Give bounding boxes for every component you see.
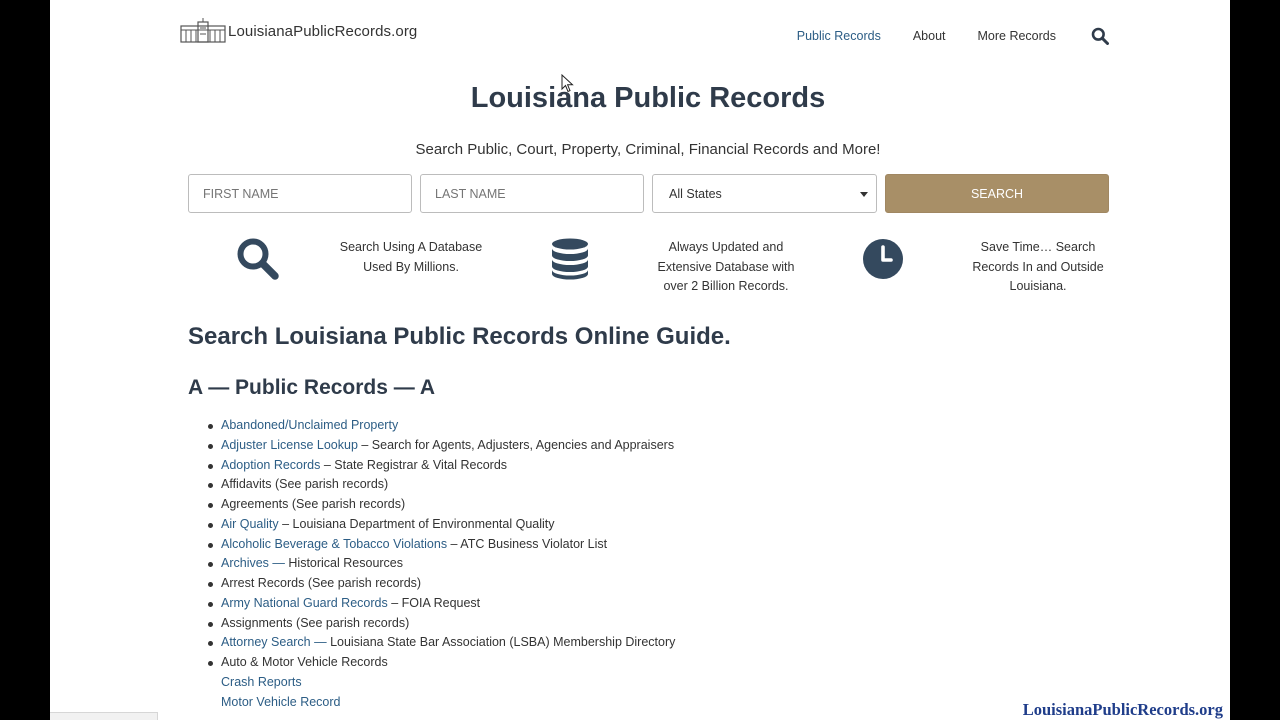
page-subtitle: Search Public, Court, Property, Criminal…	[415, 141, 881, 158]
record-link[interactable]: Adjuster License Lookup	[221, 438, 358, 452]
record-link[interactable]: Air Quality	[221, 517, 279, 531]
nav-public-records[interactable]: Public Records	[797, 29, 881, 43]
feature-line: Search Using A Database	[339, 240, 483, 254]
bullet	[208, 641, 213, 647]
bullet	[208, 443, 213, 449]
record-text: Agreements (See parish records)	[221, 497, 406, 511]
feature-text-database: Search Using A Database Used By Millions…	[316, 238, 506, 277]
record-text: Affidavits (See parish records)	[221, 477, 389, 492]
database-icon	[551, 238, 589, 285]
motor-vehicle-record-link[interactable]: Motor Vehicle Record	[221, 695, 341, 709]
feature-line: Records In and Outside	[972, 259, 1104, 274]
mouse-cursor-icon	[561, 74, 574, 93]
list-item: Abandoned/Unclaimed Property	[206, 416, 675, 436]
capitol-building-icon	[180, 18, 226, 43]
record-link[interactable]: Alcoholic Beverage & Tobacco Violations	[221, 537, 447, 551]
feature-text-save-time: Save Time… Search Records In and Outside…	[942, 238, 1134, 297]
record-link[interactable]: Archives —	[221, 556, 288, 570]
record-link[interactable]: Adoption Records	[221, 458, 320, 472]
section-title-a: A — Public Records — A	[188, 376, 435, 399]
bullet	[208, 562, 213, 568]
bullet	[208, 463, 213, 469]
record-text: – State Registrar & Vital Records	[320, 457, 508, 472]
site-logo[interactable]: LouisianaPublicRecords.org	[180, 18, 417, 44]
feature-line: Extensive Database with	[657, 259, 795, 274]
list-item: Army National Guard Records – FOIA Reque…	[206, 594, 675, 614]
record-text: – FOIA Request	[387, 595, 481, 610]
magnifier-icon	[236, 237, 280, 286]
bullet	[208, 483, 213, 489]
sub-list-item: Crash Reports	[206, 673, 675, 693]
feature-line: Used By Millions.	[363, 259, 459, 274]
bullet	[208, 661, 213, 666]
list-item: Air Quality – Louisiana Department of En…	[206, 515, 675, 535]
record-text: Historical Resources	[288, 556, 404, 571]
feature-line: over 2 Billion Records.	[663, 279, 789, 293]
search-icon[interactable]	[1090, 26, 1110, 46]
feature-line: Always Updated and	[668, 240, 784, 254]
bullet	[208, 542, 213, 548]
logo-text: LouisianaPublicRecords.org	[228, 22, 418, 40]
list-item: Adjuster License Lookup – Search for Age…	[206, 436, 675, 456]
guide-title: Search Louisiana Public Records Online G…	[188, 323, 731, 350]
state-select[interactable]: All States	[652, 174, 877, 213]
sub-list-item: Motor Vehicle Record	[206, 693, 675, 713]
record-text: Assignments (See parish records)	[221, 615, 410, 630]
bullet	[208, 621, 213, 627]
record-text: – Search for Agents, Adjusters, Agencies…	[357, 437, 675, 452]
list-item: Alcoholic Beverage & Tobacco Violations …	[206, 535, 675, 555]
nav-more-records[interactable]: More Records	[978, 29, 1057, 43]
list-item: Affidavits (See parish records)	[206, 475, 675, 495]
record-text: – Louisiana Department of Environmental …	[278, 516, 555, 531]
feature-text-updated: Always Updated and Extensive Database wi…	[630, 238, 822, 297]
list-item: Attorney Search — Louisiana State Bar As…	[206, 633, 675, 653]
browser-status-bar	[50, 712, 158, 720]
bullet	[208, 424, 213, 429]
crash-reports-link[interactable]: Crash Reports	[221, 675, 302, 689]
first-name-input[interactable]	[188, 174, 412, 213]
watermark-text: LouisianaPublicRecords.org	[1022, 700, 1223, 719]
record-text: Auto & Motor Vehicle Records	[221, 655, 388, 669]
record-text: Arrest Records (See parish records)	[221, 576, 422, 590]
bullet	[208, 503, 213, 508]
record-link[interactable]: Army National Guard Records	[221, 596, 388, 610]
feature-line: Louisiana.	[1009, 279, 1067, 293]
clock-icon	[862, 238, 904, 285]
last-name-input[interactable]	[420, 174, 644, 213]
search-button[interactable]: SEARCH	[885, 174, 1109, 213]
records-list: Abandoned/Unclaimed Property Adjuster Li…	[206, 416, 675, 712]
list-item: Arrest Records (See parish records)	[206, 574, 675, 594]
page-title: Louisiana Public Records	[470, 82, 826, 114]
list-item: Archives — Historical Resources	[206, 554, 675, 574]
list-item: Agreements (See parish records)	[206, 495, 675, 515]
caret-down-icon	[860, 192, 868, 197]
list-item: Adoption Records – State Registrar & Vit…	[206, 456, 675, 476]
record-link[interactable]: Attorney Search —	[221, 635, 330, 649]
nav-about[interactable]: About	[913, 29, 946, 43]
main-nav: Public Records About More Records	[765, 26, 1110, 46]
page: LouisianaPublicRecords.org Public Record…	[50, 0, 1230, 720]
record-text: – ATC Business Violator List	[447, 536, 608, 551]
record-text: Louisiana State Bar Association (LSBA) M…	[330, 635, 676, 650]
bullet	[208, 582, 213, 587]
list-item: Assignments (See parish records)	[206, 614, 675, 634]
state-select-value: All States	[669, 186, 722, 201]
bullet	[208, 522, 213, 528]
feature-line: Save Time… Search	[980, 240, 1096, 254]
record-link[interactable]: Abandoned/Unclaimed Property	[221, 418, 398, 432]
bullet	[208, 601, 213, 607]
search-form: All States SEARCH	[188, 174, 1109, 213]
list-item: Auto & Motor Vehicle Records	[206, 653, 675, 673]
